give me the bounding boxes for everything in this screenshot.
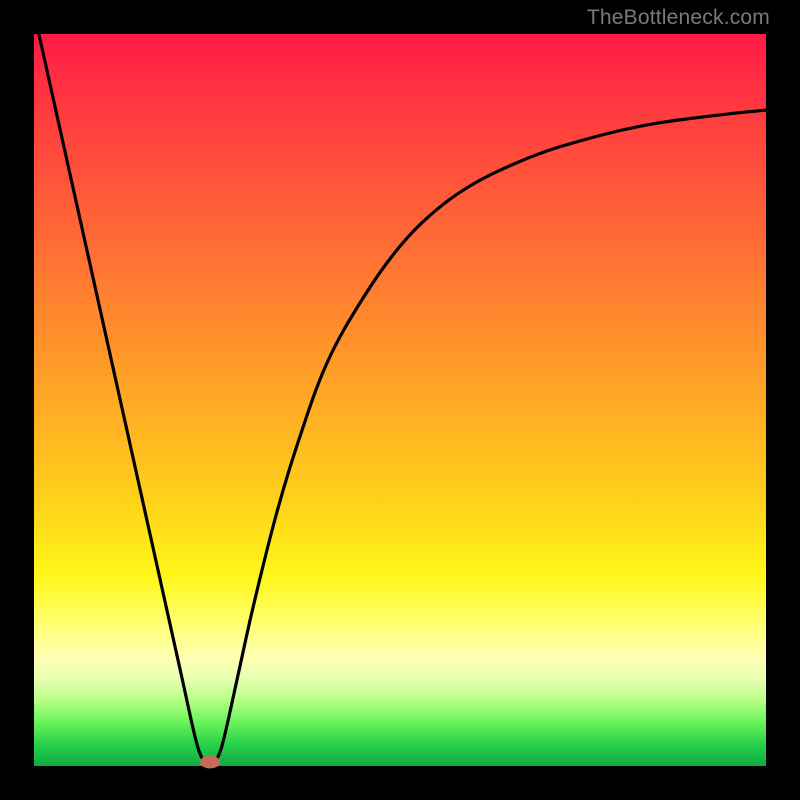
- minimum-marker: [200, 756, 220, 769]
- curve-path: [34, 12, 766, 766]
- plot-area: [34, 34, 766, 766]
- bottleneck-curve: [34, 34, 766, 766]
- chart-frame: TheBottleneck.com: [0, 0, 800, 800]
- watermark-text: TheBottleneck.com: [587, 6, 770, 30]
